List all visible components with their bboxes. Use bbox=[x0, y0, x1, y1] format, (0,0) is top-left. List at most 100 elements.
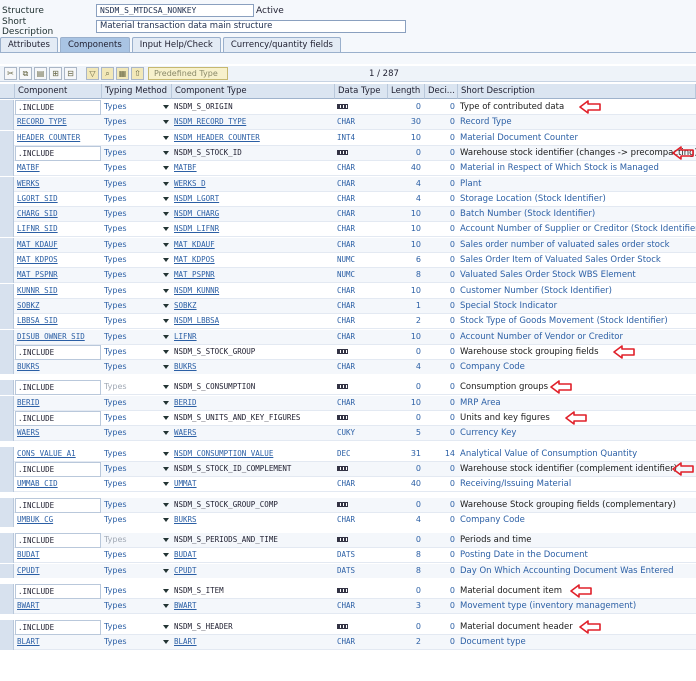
row-selector[interactable] bbox=[0, 563, 14, 579]
typing-method-cell[interactable]: Types bbox=[102, 477, 172, 492]
table-row[interactable]: UMMAB_CID Types UMMAT CHAR 40 0 Receiving/Issu… bbox=[0, 477, 696, 493]
typing-method-cell[interactable]: Types bbox=[102, 146, 172, 161]
component-type-cell[interactable]: NSDM_HEADER_COUNTER bbox=[172, 131, 334, 146]
tab-attributes[interactable]: Attributes bbox=[0, 37, 58, 52]
component-type-cell[interactable]: NSDM_S_ORIGIN bbox=[172, 100, 334, 115]
chevron-down-icon[interactable] bbox=[163, 502, 169, 507]
component-type-cell[interactable]: BUKRS bbox=[172, 513, 334, 528]
row-selector[interactable] bbox=[0, 100, 14, 115]
component-cell[interactable]: .INCLUDE bbox=[15, 461, 101, 477]
component-cell[interactable]: .INCLUDE bbox=[15, 619, 101, 635]
row-selector[interactable] bbox=[0, 145, 14, 161]
chevron-down-icon[interactable] bbox=[163, 334, 169, 339]
predefined-type-button[interactable]: Predefined Type bbox=[148, 67, 228, 80]
col-data-type[interactable]: Data Type bbox=[335, 84, 388, 99]
row-selector[interactable] bbox=[0, 461, 14, 477]
component-type-cell[interactable]: NSDM_S_PERIODS_AND_TIME bbox=[172, 533, 334, 548]
component-cell[interactable]: BUDAT bbox=[15, 548, 101, 563]
table-row[interactable]: .INCLUDE Types NSDM_S_STOCK_GROUP 0 0 Warehou… bbox=[0, 344, 696, 360]
chevron-down-icon[interactable] bbox=[163, 517, 169, 522]
typing-method-cell[interactable]: Types bbox=[102, 447, 172, 462]
row-selector[interactable] bbox=[0, 584, 14, 599]
component-cell[interactable]: LBBSA_SID bbox=[15, 314, 101, 329]
chevron-down-icon[interactable] bbox=[163, 604, 169, 609]
component-cell[interactable]: CHARG_SID bbox=[15, 207, 101, 222]
chevron-down-icon[interactable] bbox=[163, 482, 169, 487]
component-cell[interactable]: MAT_KDAUF bbox=[15, 238, 101, 253]
component-type-cell[interactable]: MAT_KDPOS bbox=[172, 253, 334, 268]
table-row[interactable]: LBBSA_SID Types NSDM_LBBSA CHAR 2 0 Stock Type… bbox=[0, 314, 696, 330]
table-row[interactable]: CHARG_SID Types NSDM_CHARG CHAR 10 0 Batch Num… bbox=[0, 207, 696, 223]
details-icon[interactable]: ▦ bbox=[116, 67, 129, 80]
component-type-cell[interactable]: NSDM_CHARG bbox=[172, 207, 334, 222]
chevron-down-icon[interactable] bbox=[163, 120, 169, 125]
row-selector[interactable] bbox=[0, 329, 14, 345]
structure-field[interactable]: NSDM_S_MTDCSA_NONKEY bbox=[96, 4, 254, 17]
component-cell[interactable]: .INCLUDE bbox=[15, 344, 101, 360]
row-selector[interactable] bbox=[0, 497, 14, 513]
table-row[interactable]: LGORT_SID Types NSDM_LGORT CHAR 4 0 Storage Lo… bbox=[0, 191, 696, 207]
component-type-cell[interactable]: UMMAT bbox=[172, 477, 334, 492]
table-row[interactable]: .INCLUDE Types NSDM_S_UNITS_AND_KEY_FIGURE… bbox=[0, 411, 696, 426]
chevron-down-icon[interactable] bbox=[163, 400, 169, 405]
component-cell[interactable]: .INCLUDE bbox=[15, 584, 101, 599]
table-row[interactable]: UMBUK_CG Types BUKRS CHAR 4 0 Company Code bbox=[0, 512, 696, 528]
table-row[interactable]: RECORD_TYPE Types NSDM_RECORD_TYPE CHAR 30 0 R… bbox=[0, 115, 696, 131]
typing-method-cell[interactable]: Types bbox=[102, 360, 172, 375]
tab-currency-quantity-fields[interactable]: Currency/quantity fields bbox=[222, 37, 341, 52]
component-cell[interactable]: KUNNR_SID bbox=[15, 284, 101, 299]
chevron-down-icon[interactable] bbox=[163, 242, 169, 247]
table-row[interactable]: BLART Types BLART CHAR 2 0 Document type bbox=[0, 634, 696, 650]
typing-method-cell[interactable]: Types bbox=[102, 222, 172, 237]
table-row[interactable]: HEADER_COUNTER Types NSDM_HEADER_COUNTER IN… bbox=[0, 130, 696, 146]
component-type-cell[interactable]: WERKS_D bbox=[172, 177, 334, 192]
component-type-cell[interactable]: NSDM_S_UNITS_AND_KEY_FIGURES bbox=[172, 411, 334, 426]
row-selector[interactable] bbox=[0, 634, 14, 650]
row-selector[interactable] bbox=[0, 115, 14, 131]
chevron-down-icon[interactable] bbox=[163, 166, 169, 171]
component-cell[interactable]: WAERS bbox=[15, 426, 101, 441]
typing-method-cell[interactable]: Types bbox=[102, 396, 172, 411]
component-type-cell[interactable]: NSDM_S_STOCK_ID_COMPLEMENT bbox=[172, 462, 334, 477]
chevron-down-icon[interactable] bbox=[163, 431, 169, 436]
component-cell[interactable]: RECORD_TYPE bbox=[15, 115, 101, 130]
typing-method-cell[interactable]: Types bbox=[102, 314, 172, 329]
component-type-cell[interactable]: LIFNR bbox=[172, 330, 334, 345]
typing-method-cell[interactable]: Types bbox=[102, 284, 172, 299]
table-row[interactable]: BWART Types BWART CHAR 3 0 Movement type (inve… bbox=[0, 599, 696, 615]
table-row[interactable]: BUKRS Types BUKRS CHAR 4 0 Company Code bbox=[0, 360, 696, 376]
component-type-cell[interactable]: SOBKZ bbox=[172, 299, 334, 314]
table-row[interactable]: WAERS Types WAERS CUKY 5 0 Currency Key bbox=[0, 426, 696, 442]
typing-method-cell[interactable]: Types bbox=[102, 253, 172, 268]
col-component-type[interactable]: Component Type bbox=[172, 84, 335, 99]
chevron-down-icon[interactable] bbox=[163, 538, 169, 543]
component-type-cell[interactable]: NSDM_S_CONSUMPTION bbox=[172, 380, 334, 395]
table-row[interactable]: DISUB_OWNER_SID Types LIFNR CHAR 10 0 Account … bbox=[0, 329, 696, 345]
component-cell[interactable]: BERID bbox=[15, 396, 101, 411]
typing-method-cell[interactable]: Types bbox=[102, 548, 172, 563]
typing-method-cell[interactable]: Types bbox=[102, 635, 172, 650]
row-selector[interactable] bbox=[0, 314, 14, 330]
component-cell[interactable]: UMMAB_CID bbox=[15, 477, 101, 492]
chevron-down-icon[interactable] bbox=[163, 135, 169, 140]
chevron-down-icon[interactable] bbox=[163, 639, 169, 644]
component-type-cell[interactable]: WAERS bbox=[172, 426, 334, 441]
typing-method-cell[interactable]: Types bbox=[102, 462, 172, 477]
typing-method-cell[interactable]: Types bbox=[102, 299, 172, 314]
chevron-down-icon[interactable] bbox=[163, 416, 169, 420]
typing-method-cell[interactable]: Types bbox=[102, 498, 172, 513]
typing-method-cell[interactable]: Types bbox=[102, 564, 172, 579]
component-cell[interactable]: BUKRS bbox=[15, 360, 101, 375]
component-type-cell[interactable]: BLART bbox=[172, 635, 334, 650]
component-cell[interactable]: DISUB_OWNER_SID bbox=[15, 330, 101, 345]
chevron-down-icon[interactable] bbox=[163, 150, 169, 155]
chevron-down-icon[interactable] bbox=[163, 227, 169, 232]
chevron-down-icon[interactable] bbox=[163, 105, 169, 109]
component-type-cell[interactable]: NSDM_CONSUMPTION_VALUE bbox=[172, 447, 334, 462]
col-typing-method[interactable]: Typing Method bbox=[102, 84, 172, 99]
chevron-down-icon[interactable] bbox=[163, 349, 169, 354]
component-cell[interactable]: CPUDT bbox=[15, 564, 101, 579]
row-selector[interactable] bbox=[0, 360, 14, 376]
component-type-cell[interactable]: NSDM_LIFNR bbox=[172, 222, 334, 237]
component-type-cell[interactable]: NSDM_LGORT bbox=[172, 192, 334, 207]
